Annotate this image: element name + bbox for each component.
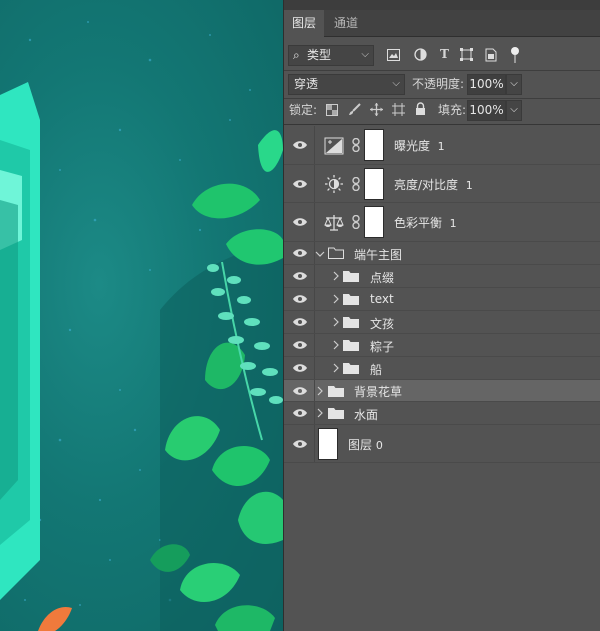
tab-channels[interactable]: 通道 [326,10,366,37]
layer-row-group-zongzi[interactable]: 粽子 [284,334,600,357]
chevron-right-icon[interactable] [331,294,341,304]
layer-name: text [370,292,394,306]
layer-row-group-decor[interactable]: 点缀 [284,265,600,288]
layer-name: 船 [370,363,383,377]
opacity-label: 不透明度: [412,77,465,91]
layer-name: 文孩 [370,317,395,331]
layer-name: 水面 [354,408,379,422]
chevron-down-icon: ⌵ [510,104,518,115]
lock-position-icon[interactable] [370,103,383,116]
document-canvas[interactable] [0,0,283,631]
link-icon[interactable] [351,215,361,229]
layer-name: 色彩平衡 1 [394,216,457,230]
lock-transparency-icon[interactable] [326,104,338,116]
lock-artboard-icon[interactable] [392,103,405,116]
filter-toggle-icon[interactable] [510,46,520,64]
layer-row-group-boat[interactable]: 船 [284,357,600,380]
folder-icon [343,363,359,374]
eye-icon[interactable] [292,271,308,281]
eye-icon[interactable] [292,439,308,449]
link-icon[interactable] [351,138,361,152]
lock-pixels-icon[interactable] [348,103,361,116]
lock-label: 锁定: [289,103,318,117]
eye-icon[interactable] [292,140,308,150]
eye-icon[interactable] [292,294,308,304]
smart-object-filter-icon[interactable] [485,48,497,62]
layer-name: 亮度/对比度 1 [394,178,473,192]
layer-row-brightness-contrast[interactable]: 亮度/对比度 1 [284,165,600,203]
layer-name: 端午主图 [354,248,403,262]
fill-input[interactable]: 100% [467,100,506,121]
panel-tabs: 图层 通道 [284,10,600,37]
tab-layers[interactable]: 图层 [284,10,325,37]
folder-open-icon [328,247,344,259]
folder-icon [343,294,359,305]
link-icon[interactable] [351,177,361,191]
chevron-right-icon[interactable] [331,340,341,350]
adjustment-filter-icon[interactable] [414,48,427,61]
chevron-down-icon: ⌵ [392,78,400,89]
chevron-down-icon[interactable] [315,249,325,259]
lock-all-icon[interactable] [415,102,426,116]
type-filter-icon[interactable]: T [440,44,449,64]
shape-filter-icon[interactable] [460,48,473,61]
filter-kind-dropdown[interactable]: ⌕ 类型 ⌵ [288,45,374,66]
image-filter-icon[interactable] [387,49,400,61]
eye-icon[interactable] [292,179,308,189]
layer-mask-thumbnail[interactable] [364,129,384,161]
eye-icon[interactable] [292,363,308,373]
layer-row-group-child[interactable]: 文孩 [284,311,600,334]
chevron-right-icon[interactable] [315,386,325,396]
eye-icon[interactable] [292,340,308,350]
search-icon: ⌕ [293,48,300,62]
fill-slider-button[interactable]: ⌵ [506,100,522,121]
chevron-right-icon[interactable] [315,408,325,418]
eye-icon[interactable] [292,248,308,258]
layers-list-empty-area[interactable] [284,463,600,631]
chevron-right-icon[interactable] [331,317,341,327]
chevron-right-icon[interactable] [331,363,341,373]
filter-kind-label: 类型 [307,48,332,62]
layer-row-group-main[interactable]: 端午主图 [284,242,600,265]
fill-label: 填充: [438,103,467,117]
layer-row-exposure[interactable]: 曝光度 1 [284,126,600,165]
folder-icon [343,271,359,282]
layer-row-group-text[interactable]: text [284,288,600,311]
chevron-right-icon[interactable] [331,271,341,281]
brightness-contrast-icon [325,175,343,193]
layer-name: 背景花草 [354,385,403,399]
eye-icon[interactable] [292,217,308,227]
blend-mode-dropdown[interactable]: 穿透 ⌵ [288,74,405,95]
chevron-down-icon: ⌵ [361,49,369,60]
color-balance-icon [324,215,344,231]
layer-row-group-water[interactable]: 水面 [284,402,600,425]
layer-name: 图层 0 [348,438,383,452]
opacity-slider-button[interactable]: ⌵ [506,74,522,95]
layer-row-layer-0[interactable]: 图层 0 [284,425,600,463]
folder-icon [343,317,359,328]
layer-mask-thumbnail[interactable] [364,168,384,200]
layer-mask-thumbnail[interactable] [364,206,384,238]
layer-thumbnail[interactable] [318,428,338,460]
layer-name: 粽子 [370,340,395,354]
exposure-icon [324,137,344,155]
panel-title-bar[interactable] [284,0,600,10]
folder-icon [328,386,344,397]
blend-mode-value: 穿透 [294,77,319,91]
folder-icon [328,408,344,419]
layer-row-group-background-plants[interactable]: 背景花草 [284,380,600,402]
chevron-down-icon: ⌵ [510,78,518,89]
eye-icon[interactable] [292,386,308,396]
layer-name: 曝光度 1 [394,139,445,153]
layer-name: 点缀 [370,271,395,285]
artwork [0,21,283,631]
layers-panel: 图层 通道 ⌕ 类型 ⌵ T 穿透 ⌵ 不透明度: 100% ⌵ 锁定: 填充:… [283,0,600,631]
opacity-input[interactable]: 100% [467,74,506,95]
layer-row-color-balance[interactable]: 色彩平衡 1 [284,203,600,242]
eye-icon[interactable] [292,408,308,418]
folder-icon [343,340,359,351]
eye-icon[interactable] [292,317,308,327]
